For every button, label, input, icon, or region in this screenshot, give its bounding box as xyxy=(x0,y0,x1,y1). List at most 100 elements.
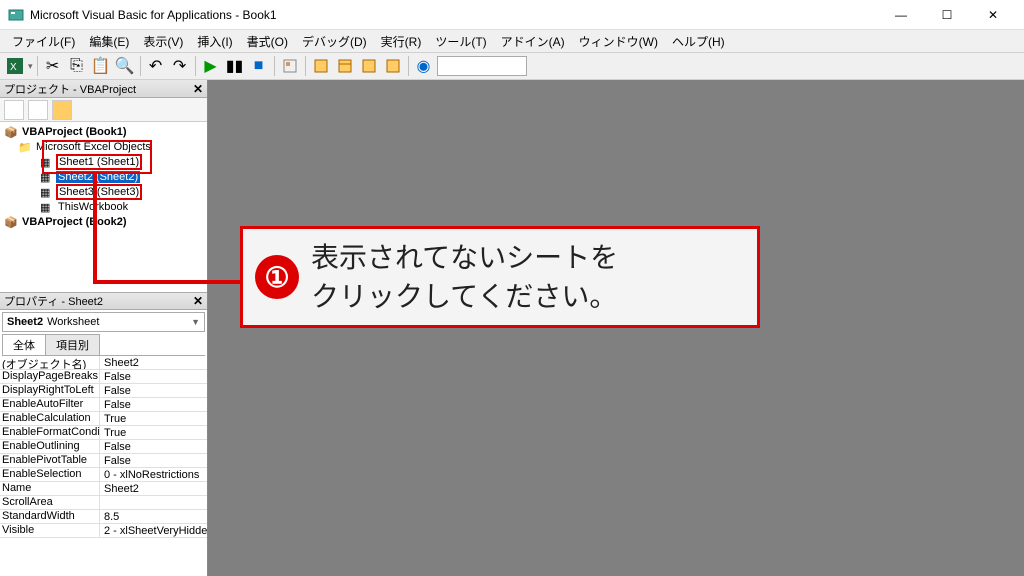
toolbar-combo[interactable] xyxy=(437,56,527,76)
menu-run[interactable]: 実行(R) xyxy=(375,31,428,52)
menu-edit[interactable]: 編集(E) xyxy=(83,31,135,52)
redo-icon[interactable]: ↷ xyxy=(169,55,191,77)
property-row[interactable]: EnableAutoFilterFalse xyxy=(0,398,207,412)
properties-icon[interactable] xyxy=(334,55,356,77)
property-name: EnableAutoFilter xyxy=(0,398,100,411)
property-name: StandardWidth xyxy=(0,510,100,523)
tree-sheet3[interactable]: ▦Sheet3 (Sheet3) xyxy=(0,184,207,199)
properties-panel-close-icon[interactable]: ✕ xyxy=(193,294,203,308)
properties-panel-header: プロパティ - Sheet2 ✕ xyxy=(0,292,207,310)
menu-view[interactable]: 表示(V) xyxy=(137,31,189,52)
paste-icon[interactable]: 📋 xyxy=(90,55,112,77)
tree-thisworkbook[interactable]: ▦ThisWorkbook xyxy=(0,199,207,214)
property-name: EnableSelection xyxy=(0,468,100,481)
property-value[interactable]: Sheet2 xyxy=(100,356,207,369)
property-row[interactable]: EnableOutliningFalse xyxy=(0,440,207,454)
tab-categorized[interactable]: 項目別 xyxy=(45,334,100,355)
object-type: Worksheet xyxy=(47,316,99,328)
property-row[interactable]: DisplayPageBreaksFalse xyxy=(0,370,207,384)
property-row[interactable]: ScrollArea xyxy=(0,496,207,510)
object-browser-icon[interactable] xyxy=(358,55,380,77)
property-name: (オブジェクト名) xyxy=(0,356,100,369)
property-value[interactable]: False xyxy=(100,384,207,397)
property-value[interactable]: 8.5 xyxy=(100,510,207,523)
annotation-number: ① xyxy=(255,255,299,299)
property-name: EnableOutlining xyxy=(0,440,100,453)
annotation-connector xyxy=(93,280,243,284)
project-tree[interactable]: 📦VBAProject (Book1) 📁Microsoft Excel Obj… xyxy=(0,122,207,292)
copy-icon[interactable]: ⎘ xyxy=(66,55,88,77)
property-value[interactable]: False xyxy=(100,370,207,383)
property-row[interactable]: (オブジェクト名)Sheet2 xyxy=(0,356,207,370)
property-row[interactable]: StandardWidth8.5 xyxy=(0,510,207,524)
property-value[interactable] xyxy=(100,496,207,509)
menu-bar: ファイル(F) 編集(E) 表示(V) 挿入(I) 書式(O) デバッグ(D) … xyxy=(0,30,1024,52)
property-value[interactable]: 0 - xlNoRestrictions xyxy=(100,468,207,481)
toggle-folders-icon[interactable] xyxy=(52,100,72,120)
property-row[interactable]: Visible2 - xlSheetVeryHidden▾ xyxy=(0,524,207,538)
annotation-text: 表示されてないシートを クリックしてください。 xyxy=(311,238,618,316)
tree-sheet2[interactable]: ▦Sheet2 (Sheet2) xyxy=(0,169,207,184)
tree-vbaproject-book1[interactable]: 📦VBAProject (Book1) xyxy=(0,124,207,139)
property-row[interactable]: EnablePivotTableFalse xyxy=(0,454,207,468)
tree-excel-objects[interactable]: 📁Microsoft Excel Objects xyxy=(0,139,207,154)
close-button[interactable]: ✕ xyxy=(970,0,1016,30)
run-icon[interactable]: ▶ xyxy=(200,55,222,77)
property-grid[interactable]: (オブジェクト名)Sheet2DisplayPageBreaksFalseDis… xyxy=(0,356,207,576)
annotation-connector xyxy=(93,172,97,284)
property-row[interactable]: NameSheet2 xyxy=(0,482,207,496)
property-row[interactable]: EnableFormatConditionsCalculationTrue xyxy=(0,426,207,440)
menu-format[interactable]: 書式(O) xyxy=(241,31,294,52)
tree-vbaproject-book2[interactable]: 📦VBAProject (Book2) xyxy=(0,214,207,229)
tab-all[interactable]: 全体 xyxy=(2,334,46,355)
menu-insert[interactable]: 挿入(I) xyxy=(191,31,238,52)
property-row[interactable]: EnableCalculationTrue xyxy=(0,412,207,426)
property-name: Visible xyxy=(0,524,100,537)
cut-icon[interactable]: ✂ xyxy=(42,55,64,77)
project-panel-header: プロジェクト - VBAProject ✕ xyxy=(0,80,207,98)
menu-debug[interactable]: デバッグ(D) xyxy=(296,31,373,52)
property-value[interactable]: False xyxy=(100,398,207,411)
annotation-callout: ① 表示されてないシートを クリックしてください。 xyxy=(240,226,760,328)
property-value[interactable]: True xyxy=(100,426,207,439)
undo-icon[interactable]: ↶ xyxy=(145,55,167,77)
property-name: EnableCalculation xyxy=(0,412,100,425)
svg-text:X: X xyxy=(10,62,17,73)
property-value[interactable]: 2 - xlSheetVeryHidden▾ xyxy=(100,524,207,537)
design-mode-icon[interactable] xyxy=(279,55,301,77)
tree-sheet1[interactable]: ▦Sheet1 (Sheet1) xyxy=(0,154,207,169)
menu-addins[interactable]: アドイン(A) xyxy=(495,31,571,52)
menu-window[interactable]: ウィンドウ(W) xyxy=(573,31,664,52)
property-value[interactable]: False xyxy=(100,454,207,467)
project-panel-title: プロジェクト - VBAProject xyxy=(4,81,136,97)
project-toolbar xyxy=(0,98,207,122)
property-name: DisplayRightToLeft xyxy=(0,384,100,397)
view-code-icon[interactable] xyxy=(4,100,24,120)
menu-tools[interactable]: ツール(T) xyxy=(429,31,492,52)
property-row[interactable]: EnableSelection0 - xlNoRestrictions xyxy=(0,468,207,482)
project-panel-close-icon[interactable]: ✕ xyxy=(193,82,203,96)
menu-help[interactable]: ヘルプ(H) xyxy=(666,31,731,52)
break-icon[interactable]: ▮▮ xyxy=(224,55,246,77)
property-name: Name xyxy=(0,482,100,495)
property-value[interactable]: True xyxy=(100,412,207,425)
object-selector[interactable]: Sheet2 Worksheet ▼ xyxy=(2,312,205,332)
help-icon[interactable]: ◉ xyxy=(413,55,435,77)
view-object-icon[interactable] xyxy=(28,100,48,120)
dropdown-icon[interactable]: ▾ xyxy=(28,61,33,72)
excel-icon[interactable]: X xyxy=(4,55,26,77)
property-value[interactable]: Sheet2 xyxy=(100,482,207,495)
project-explorer-icon[interactable] xyxy=(310,55,332,77)
toolbox-icon[interactable] xyxy=(382,55,404,77)
reset-icon[interactable]: ■ xyxy=(248,55,270,77)
minimize-button[interactable]: ― xyxy=(878,0,924,30)
menu-file[interactable]: ファイル(F) xyxy=(6,31,81,52)
find-icon[interactable]: 🔍 xyxy=(114,55,136,77)
maximize-button[interactable]: ☐ xyxy=(924,0,970,30)
object-name: Sheet2 xyxy=(7,316,43,328)
window-title: Microsoft Visual Basic for Applications … xyxy=(30,8,878,22)
property-value[interactable]: False xyxy=(100,440,207,453)
title-bar: Microsoft Visual Basic for Applications … xyxy=(0,0,1024,30)
property-row[interactable]: DisplayRightToLeftFalse xyxy=(0,384,207,398)
property-name: EnablePivotTable xyxy=(0,454,100,467)
